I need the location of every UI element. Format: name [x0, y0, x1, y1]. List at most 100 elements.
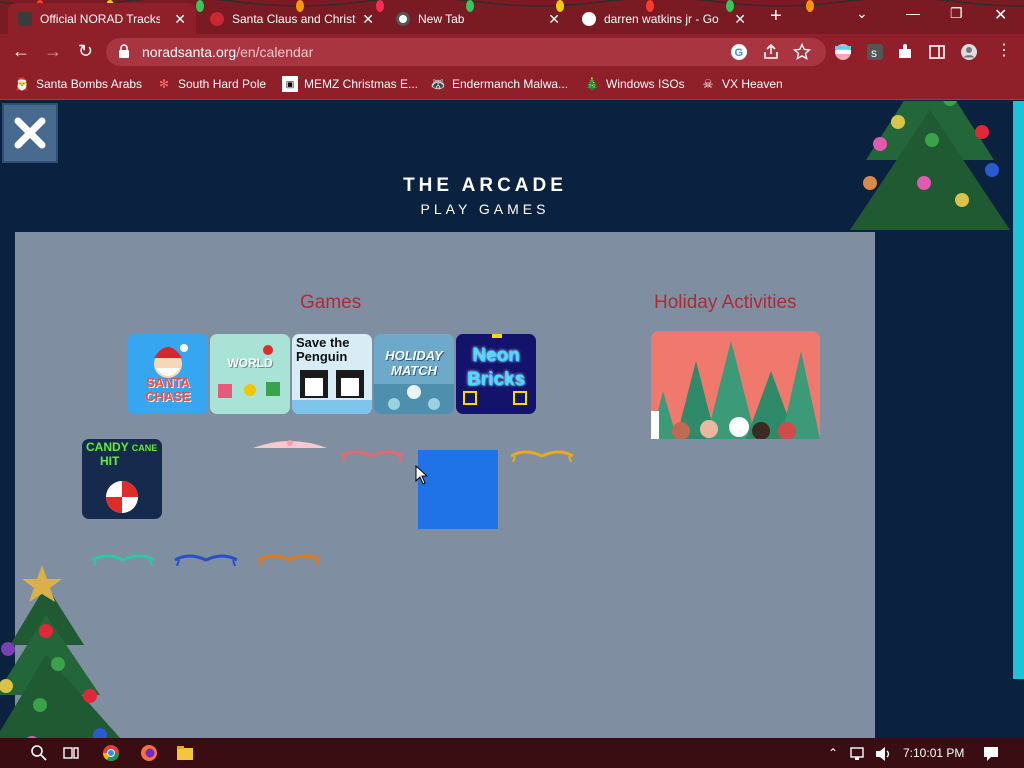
santa-icon: 🎅 — [14, 77, 30, 91]
tree-icon: 🎄 — [584, 77, 600, 91]
snowman-world-art-icon — [218, 345, 280, 398]
close-tab-icon[interactable]: ✕ — [174, 11, 186, 28]
google-lens-icon[interactable]: G — [730, 43, 748, 61]
tab-new-tab[interactable]: New Tab ✕ — [386, 3, 570, 34]
url-domain: noradsanta.org — [142, 44, 237, 60]
memz-icon: ▣ — [282, 76, 298, 92]
back-arrow-icon[interactable]: ← — [12, 42, 30, 60]
task-view-icon[interactable] — [62, 744, 80, 762]
arcade-subtitle: PLAY GAMES — [420, 201, 550, 217]
tab-title: darren watkins jr - Go — [604, 11, 719, 26]
tab-title: New Tab — [418, 11, 465, 26]
menu-kebab-icon[interactable]: ⋮ — [996, 42, 1012, 60]
tab-darren-watkins[interactable]: darren watkins jr - Go ✕ — [572, 3, 756, 34]
network-icon[interactable] — [850, 745, 868, 763]
bookmark-label: Endermanch Malwa... — [452, 77, 569, 91]
bookmark-star-icon[interactable] — [793, 43, 811, 61]
holiday-scene-art-icon — [651, 331, 820, 439]
game-title-line: SANTA — [146, 375, 190, 390]
tab-bar: Official NORAD Tracks ✕ Santa Claus and … — [0, 0, 1024, 34]
tab-title: Official NORAD Tracks — [40, 11, 160, 26]
game-save-the-penguin[interactable]: Save the Penguin — [292, 334, 372, 414]
game-snowman-world[interactable]: WORLD — [210, 334, 290, 414]
profile-avatar-icon[interactable] — [960, 43, 978, 61]
volume-icon[interactable] — [874, 745, 892, 763]
bookmark-label: Windows ISOs — [606, 77, 685, 91]
side-panel-icon[interactable] — [928, 43, 946, 61]
share-icon[interactable] — [762, 43, 780, 61]
game-title-line: Bricks — [466, 369, 526, 390]
game-title-line: HOLIDAY — [385, 348, 443, 363]
taskbar-clock[interactable]: 7:10:01 PM — [903, 746, 964, 760]
chrome-tab-icon — [396, 11, 410, 26]
holiday-activity-card[interactable] — [651, 331, 820, 439]
show-hidden-icons-icon[interactable]: ⌃ — [828, 746, 838, 760]
games-heading: Games — [300, 292, 362, 313]
reload-icon[interactable]: ↻ — [78, 42, 93, 60]
close-x-icon — [14, 117, 46, 149]
arcade-panel: Games Holiday Activities SANTA CHASE WOR… — [15, 232, 875, 738]
google-tab-icon — [582, 11, 596, 26]
file-explorer-icon[interactable] — [176, 744, 194, 762]
bookmark-label: VX Heaven — [722, 77, 783, 91]
gold-bow-placeholder — [510, 450, 574, 462]
game-title-line: CANE — [131, 443, 158, 453]
bookmark-santa-bombs[interactable]: 🎅 Santa Bombs Arabs — [14, 76, 143, 92]
close-tab-icon[interactable]: ✕ — [362, 11, 374, 28]
game-title-line: MATCH — [391, 363, 437, 378]
santa-tab-icon — [210, 11, 224, 26]
red-bow-placeholder — [340, 450, 404, 462]
close-arcade-button[interactable] — [2, 103, 58, 163]
close-window-icon[interactable]: ✕ — [994, 5, 1007, 25]
svg-text:G: G — [735, 47, 744, 59]
game-title-line: CANDY — [86, 440, 129, 454]
mouse-cursor-icon — [415, 465, 429, 485]
tab-official-norad[interactable]: Official NORAD Tracks ✕ — [8, 3, 196, 34]
raccoon-icon: 🦝 — [430, 77, 446, 91]
page-right-edge — [1013, 101, 1024, 679]
bookmark-vx-heaven[interactable]: ☠ VX Heaven — [700, 76, 783, 92]
forward-arrow-icon[interactable]: → — [44, 42, 62, 60]
browser-toolbar: ← → ↻ noradsanta.org/en/calendar G s ⋮ — [0, 34, 1024, 70]
tab-search-chevron-icon[interactable]: ⌄ — [856, 5, 868, 22]
s-extension-icon[interactable]: s — [866, 43, 884, 61]
blue-bow-placeholder — [174, 554, 238, 566]
close-tab-icon[interactable]: ✕ — [734, 11, 746, 28]
penguin-art-icon — [292, 370, 372, 414]
norad-arcade-page: THE ARCADE PLAY GAMES Games Holiday Acti… — [0, 101, 1024, 738]
chrome-icon[interactable] — [102, 744, 120, 762]
bookmark-south-hard-pole[interactable]: ✻ South Hard Pole — [156, 76, 266, 92]
game-holiday-match[interactable]: HOLIDAY MATCH — [374, 334, 454, 414]
notifications-icon[interactable] — [982, 745, 1000, 763]
skull-icon: ☠ — [702, 77, 714, 91]
new-tab-button[interactable]: + — [770, 5, 782, 28]
loading-game-tile[interactable] — [418, 450, 498, 529]
game-santa-chase[interactable]: SANTA CHASE — [128, 334, 208, 414]
bookmarks-bar: 🎅 Santa Bombs Arabs ✻ South Hard Pole ▣ MEM… — [0, 70, 1024, 100]
extensions-puzzle-icon[interactable] — [896, 43, 914, 61]
bookmark-label: South Hard Pole — [178, 77, 267, 91]
lock-icon — [119, 44, 129, 58]
game-title-line: Neon — [472, 345, 520, 366]
snowflake-icon: ✻ — [158, 77, 170, 91]
firefox-icon[interactable] — [140, 744, 158, 762]
game-neon-bricks[interactable]: Neon Bricks — [456, 334, 536, 414]
minimize-icon[interactable]: — — [906, 5, 920, 21]
game-candy-cane-hit[interactable]: CANDY CANE HIT — [82, 439, 162, 519]
flag-extension-icon[interactable] — [834, 43, 852, 61]
address-bar[interactable]: noradsanta.org/en/calendar — [106, 38, 826, 66]
christmas-tree-top-right — [850, 101, 1010, 230]
game-title-line: WORLD — [227, 356, 273, 370]
search-icon[interactable] — [30, 744, 48, 762]
arcade-title: THE ARCADE — [403, 175, 567, 196]
svg-text:s: s — [871, 46, 877, 60]
bookmark-memz-christmas[interactable]: ▣ MEMZ Christmas E... — [282, 76, 418, 92]
bookmark-windows-isos[interactable]: 🎄 Windows ISOs — [584, 76, 685, 92]
bookmark-endermanch[interactable]: 🦝 Endermanch Malwa... — [430, 76, 569, 92]
url-text: noradsanta.org/en/calendar — [142, 44, 313, 60]
game-title-line: CHASE — [145, 389, 191, 404]
close-tab-icon[interactable]: ✕ — [548, 11, 560, 28]
restore-icon[interactable]: ❐ — [950, 5, 963, 22]
url-path: /en/calendar — [236, 44, 314, 60]
tab-santa-claus[interactable]: Santa Claus and Christ ✕ — [200, 3, 384, 34]
